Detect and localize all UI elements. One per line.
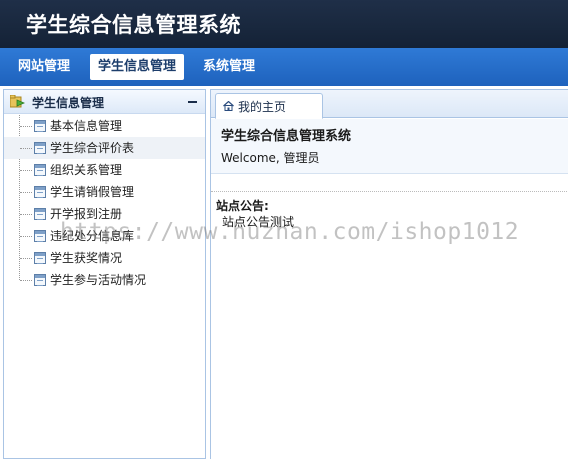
sidebar-item-organization[interactable]: 组织关系管理 (4, 159, 205, 181)
sidebar-item-label: 基本信息管理 (50, 119, 123, 133)
nav-item-student-info[interactable]: 学生信息管理 (90, 54, 185, 80)
sidebar-item-label: 学生获奖情况 (50, 251, 123, 265)
sidebar-item-label: 组织关系管理 (50, 163, 123, 177)
collapse-icon[interactable] (188, 101, 197, 103)
tab-bar: 我的主页 (211, 90, 568, 119)
sidebar-item-label: 开学报到注册 (50, 207, 123, 221)
sidebar: 学生信息管理 基本信息管理 学生综合评价表 组织关系管理 学生请销假管理 开学报… (3, 89, 206, 459)
table-icon (34, 186, 46, 198)
sidebar-item-activities[interactable]: 学生参与活动情况 (4, 269, 205, 291)
sidebar-item-basic-info[interactable]: 基本信息管理 (4, 115, 205, 137)
tab-home[interactable]: 我的主页 (215, 93, 323, 119)
sidebar-item-evaluation[interactable]: 学生综合评价表 (4, 137, 205, 159)
app-title: 学生综合信息管理系统 (26, 13, 241, 37)
sidebar-tree: 基本信息管理 学生综合评价表 组织关系管理 学生请销假管理 开学报到注册 违纪处… (4, 115, 205, 291)
notice-text: 站点公告测试 (222, 215, 295, 229)
sidebar-header[interactable]: 学生信息管理 (4, 90, 205, 114)
table-icon (34, 164, 46, 176)
welcome-title: 学生综合信息管理系统 (221, 129, 352, 144)
main-panel: 我的主页 学生综合信息管理系统 Welcome, 管理员 站点公告: 站点公告测… (210, 89, 568, 459)
home-icon (223, 101, 234, 111)
sidebar-item-label: 学生综合评价表 (50, 141, 135, 155)
table-icon (34, 230, 46, 242)
table-icon (34, 274, 46, 286)
folder-arrow-icon (10, 95, 25, 108)
nav-item-site-management[interactable]: 网站管理 (10, 54, 78, 80)
sidebar-item-label: 违纪处分信息库 (50, 229, 135, 243)
sidebar-item-registration[interactable]: 开学报到注册 (4, 203, 205, 225)
sidebar-item-awards[interactable]: 学生获奖情况 (4, 247, 205, 269)
table-icon (34, 142, 46, 154)
notice-title: 站点公告: (216, 199, 269, 213)
table-icon (34, 252, 46, 264)
welcome-box: 学生综合信息管理系统 Welcome, 管理员 (211, 119, 568, 174)
top-nav: 网站管理 学生信息管理 系统管理 (0, 48, 568, 86)
divider (211, 191, 568, 192)
sidebar-item-label: 学生参与活动情况 (50, 273, 147, 287)
nav-item-system-management[interactable]: 系统管理 (195, 54, 263, 80)
table-icon (34, 208, 46, 220)
app-header: 学生综合信息管理系统 (0, 0, 568, 48)
tab-home-label: 我的主页 (238, 100, 287, 114)
sidebar-item-leave[interactable]: 学生请销假管理 (4, 181, 205, 203)
sidebar-title: 学生信息管理 (32, 96, 105, 110)
sidebar-item-label: 学生请销假管理 (50, 185, 135, 199)
sidebar-item-discipline[interactable]: 违纪处分信息库 (4, 225, 205, 247)
welcome-text: Welcome, 管理员 (221, 151, 320, 165)
table-icon (34, 120, 46, 132)
